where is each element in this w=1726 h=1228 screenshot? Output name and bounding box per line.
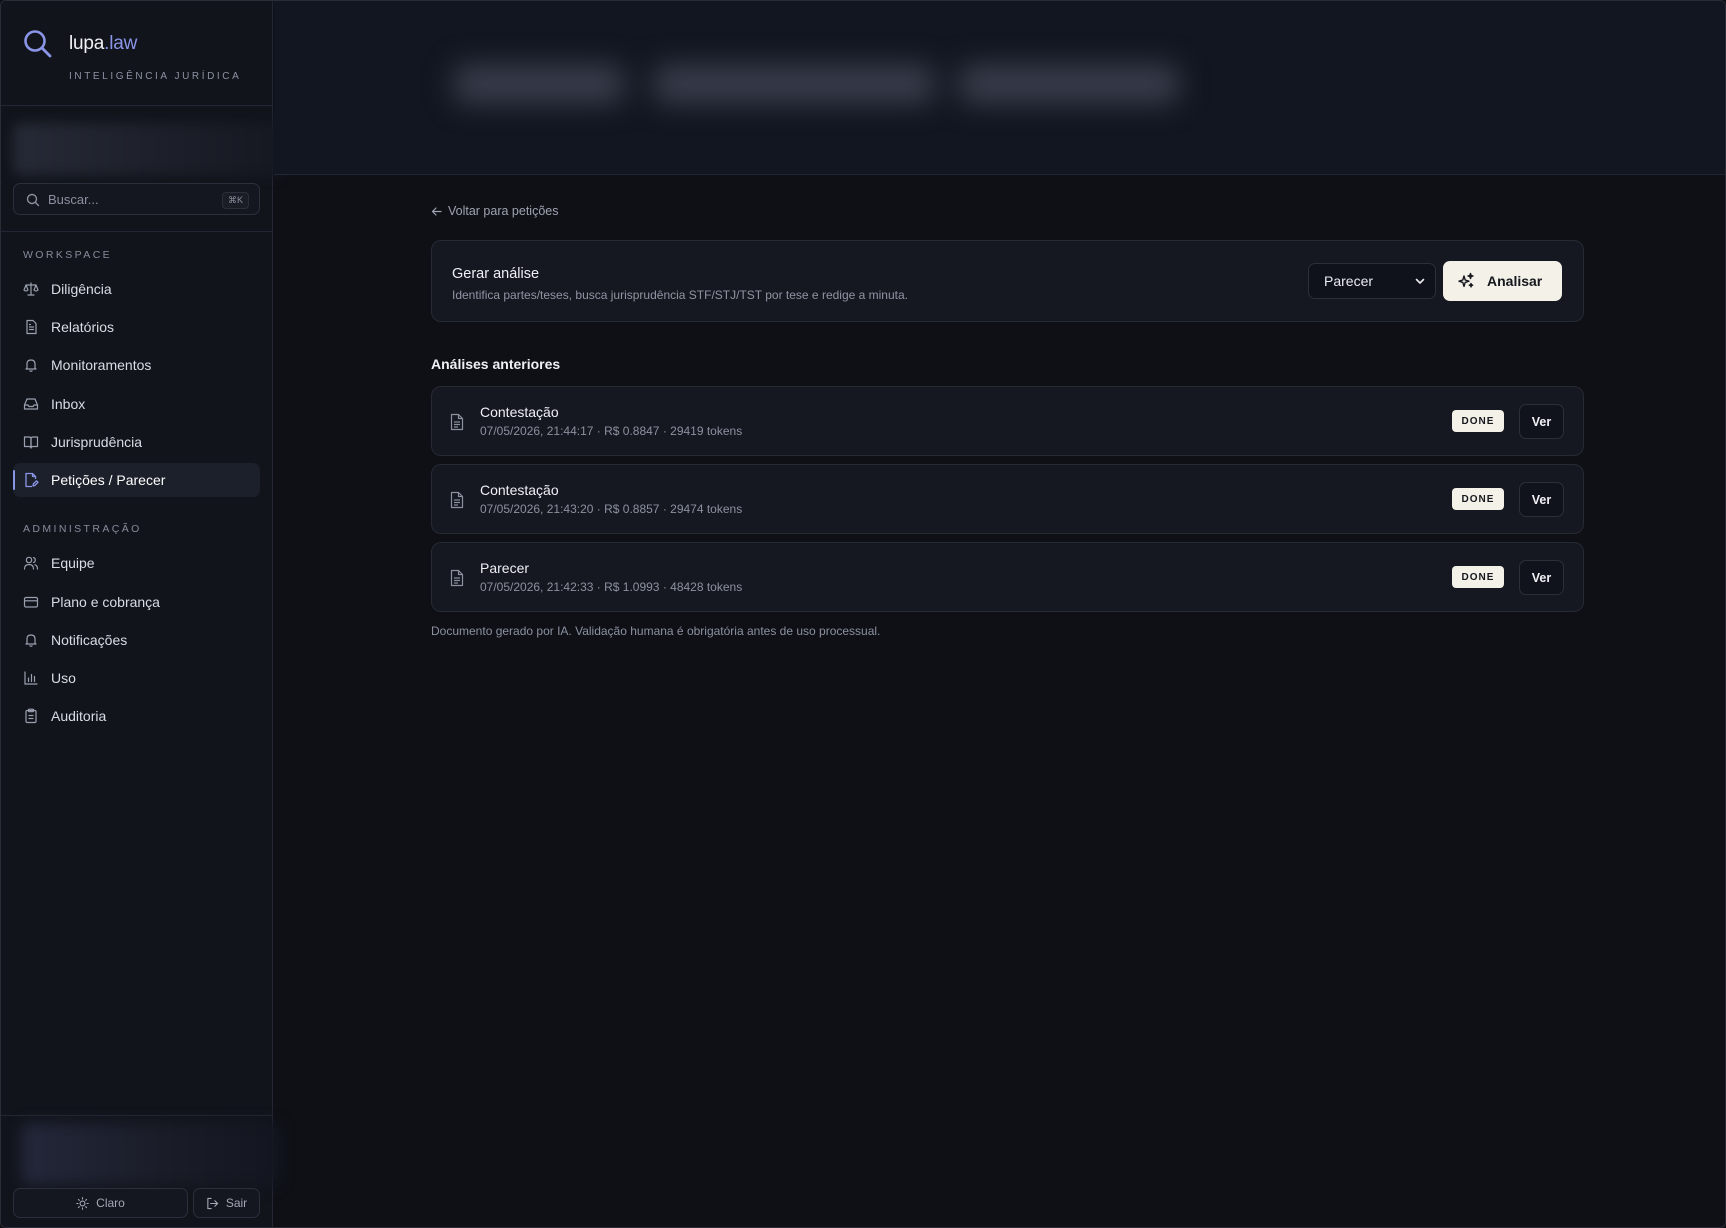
arrow-left-icon — [431, 206, 442, 216]
credit-card-icon — [23, 596, 39, 608]
scale-icon — [23, 282, 39, 296]
bell-icon — [25, 634, 37, 647]
users-icon — [23, 556, 39, 570]
inbox-icon — [23, 398, 39, 410]
view-button[interactable]: Ver — [1519, 560, 1564, 595]
organization-switcher[interactable] — [13, 123, 285, 175]
sidebar-item-label: Equipe — [51, 555, 95, 571]
logout-icon — [207, 1197, 218, 1209]
app-window: lupa.law INTELIGÊNCIA JURÍDICA Buscar...… — [0, 0, 1726, 1228]
generate-analysis-card: Gerar análise Identifica partes/teses, b… — [431, 240, 1584, 322]
brand-name-main: lupa — [69, 33, 105, 54]
sidebar-item-label: Auditoria — [51, 708, 107, 724]
sidebar-item-equipe[interactable]: Equipe — [13, 546, 260, 580]
book-icon — [23, 436, 39, 449]
analysis-name: Parecer — [480, 560, 530, 576]
sidebar-item-auditoria[interactable]: Auditoria — [13, 699, 260, 733]
file-pen-icon — [25, 472, 39, 488]
divider — [1, 231, 273, 232]
list-item: Contestação 07/05/2026, 21:43:20 · R$ 0.… — [431, 464, 1584, 534]
bell-icon — [25, 359, 37, 372]
sparkles-icon — [1458, 272, 1474, 288]
status-badge: DONE — [1452, 488, 1504, 510]
analysis-meta: 07/05/2026, 21:42:33 · R$ 1.0993 · 48428… — [480, 580, 743, 594]
sidebar-item-diligencia[interactable]: Diligência — [13, 272, 260, 306]
sidebar-item-label: Diligência — [51, 281, 112, 297]
sidebar-item-monitoramentos[interactable]: Monitoramentos — [13, 348, 260, 382]
sidebar-item-label: Relatórios — [51, 319, 115, 335]
analysis-name: Contestação — [480, 482, 559, 498]
search-shortcut: ⌘K — [221, 192, 249, 209]
list-item: Contestação 07/05/2026, 21:44:17 · R$ 0.… — [431, 386, 1584, 456]
analysis-meta: 07/05/2026, 21:44:17 · R$ 0.8847 · 29419… — [480, 424, 743, 438]
sidebar-item-relatorios[interactable]: Relatórios — [13, 310, 260, 344]
section-label-admin: ADMINISTRAÇÃO — [23, 523, 142, 535]
logout-button[interactable]: Sair — [193, 1188, 260, 1218]
file-text-icon — [26, 319, 37, 335]
analyze-button-label: Analisar — [1487, 273, 1543, 289]
back-link-label: Voltar para petições — [448, 204, 559, 218]
search-icon — [26, 193, 40, 207]
sun-icon — [76, 1196, 89, 1210]
brand-name: lupa.law — [69, 33, 137, 55]
sidebar-item-uso[interactable]: Uso — [13, 661, 260, 695]
generate-title: Gerar análise — [452, 266, 540, 282]
theme-toggle-label: Claro — [96, 1196, 125, 1210]
document-icon — [450, 413, 464, 431]
previous-analyses-title: Análises anteriores — [431, 356, 561, 372]
logout-label: Sair — [225, 1196, 248, 1210]
list-item: Parecer 07/05/2026, 21:42:33 · R$ 1.0993… — [431, 542, 1584, 612]
back-link[interactable]: Voltar para petições — [431, 204, 559, 218]
view-button[interactable]: Ver — [1519, 404, 1564, 439]
user-profile-card[interactable] — [21, 1123, 281, 1185]
divider — [1, 105, 273, 106]
sidebar-item-label: Jurisprudência — [51, 434, 143, 450]
sidebar-item-label: Notificações — [51, 632, 128, 648]
analysis-name: Contestação — [480, 404, 559, 420]
view-button[interactable]: Ver — [1519, 482, 1564, 517]
brand-name-tld: .law — [104, 33, 138, 54]
sidebar-item-label: Monitoramentos — [51, 357, 152, 373]
analyze-button[interactable]: Analisar — [1443, 261, 1562, 301]
analysis-type-select[interactable]: Parecer — [1308, 263, 1436, 299]
document-icon — [450, 491, 464, 509]
page-title-redacted — [454, 51, 1214, 121]
bar-chart-icon — [24, 671, 38, 685]
search-input[interactable]: Buscar... ⌘K — [13, 183, 260, 215]
sidebar-item-peticoes-parecer[interactable]: Petições / Parecer — [13, 463, 260, 497]
ai-disclaimer: Documento gerado por IA. Validação human… — [431, 624, 881, 638]
status-badge: DONE — [1452, 410, 1504, 432]
page-header — [274, 1, 1725, 175]
sidebar-item-notificacoes[interactable]: Notificações — [13, 623, 260, 657]
sidebar-item-label: Plano e cobrança — [51, 594, 160, 610]
magnifier-logo-icon — [24, 30, 52, 58]
clipboard-icon — [25, 708, 37, 724]
main-content: Voltar para petições Gerar análise Ident… — [274, 176, 1725, 1227]
sidebar-item-label: Inbox — [51, 396, 86, 412]
analysis-meta: 07/05/2026, 21:43:20 · R$ 0.8857 · 29474… — [480, 502, 743, 516]
sidebar-item-jurisprudencia[interactable]: Jurisprudência — [13, 425, 260, 459]
sidebar-item-plano-cobranca[interactable]: Plano e cobrança — [13, 585, 260, 619]
status-badge: DONE — [1452, 566, 1504, 588]
sidebar: lupa.law INTELIGÊNCIA JURÍDICA Buscar...… — [1, 1, 285, 1227]
document-icon — [450, 569, 464, 587]
generate-description: Identifica partes/teses, busca jurisprud… — [452, 288, 908, 302]
search-placeholder: Buscar... — [48, 192, 99, 207]
divider — [1, 1115, 273, 1116]
sidebar-item-inbox[interactable]: Inbox — [13, 387, 260, 421]
section-label-workspace: WORKSPACE — [23, 249, 113, 261]
sidebar-item-label: Petições / Parecer — [51, 472, 166, 488]
chevron-down-icon — [1415, 278, 1425, 284]
brand-subtitle: INTELIGÊNCIA JURÍDICA — [69, 71, 242, 82]
theme-toggle-button[interactable]: Claro — [13, 1188, 188, 1218]
sidebar-item-label: Uso — [51, 670, 76, 686]
analysis-type-value: Parecer — [1324, 273, 1374, 289]
